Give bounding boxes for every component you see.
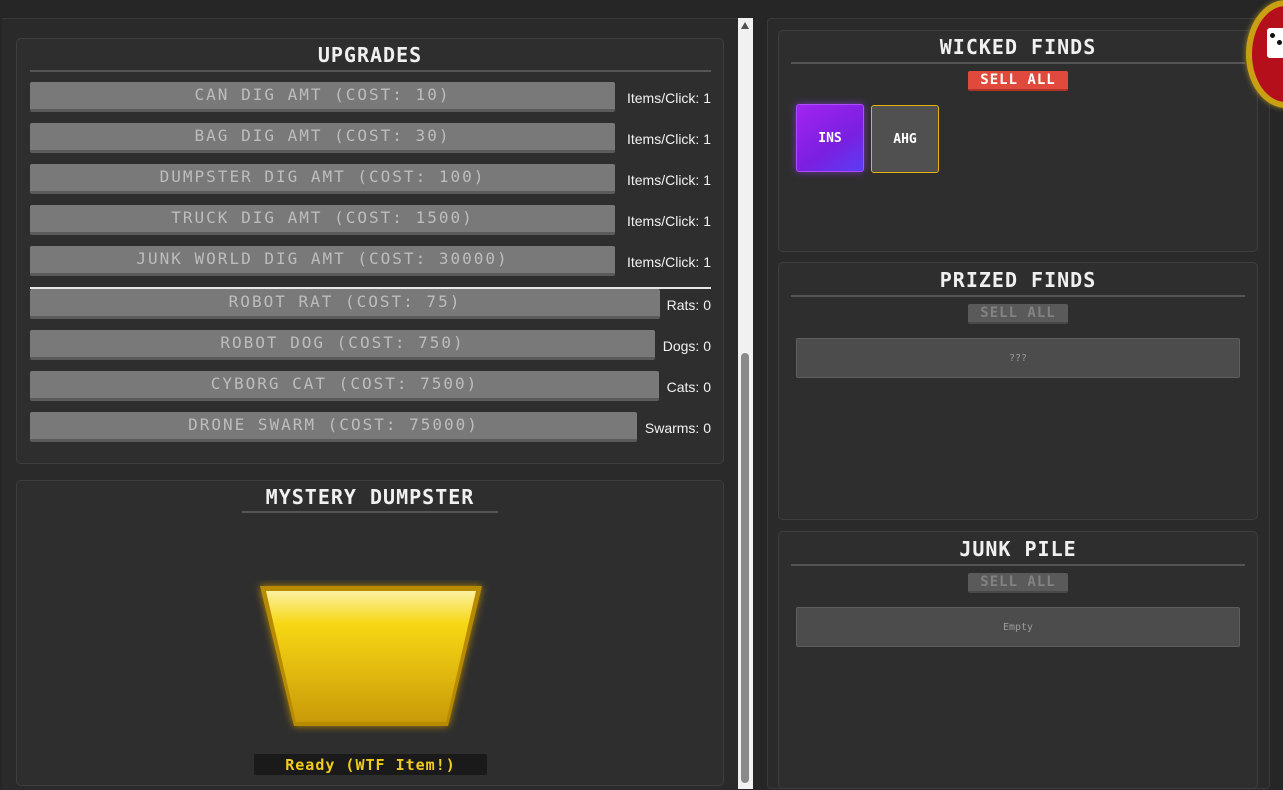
- prized-sell-all-button[interactable]: SELL ALL: [968, 304, 1068, 324]
- wicked-sell-all-button[interactable]: SELL ALL: [968, 71, 1068, 91]
- junk-items-placeholder: Empty: [796, 607, 1240, 647]
- mystery-dumpster-title: MYSTERY DUMPSTER: [265, 485, 475, 509]
- cyborg-cat-count: Cats: 0: [666, 379, 711, 395]
- upgrade-can-dig-stat: Items/Click: 1: [626, 90, 711, 106]
- wicked-finds-title: WICKED FINDS: [939, 35, 1097, 59]
- dice-icon: [1267, 28, 1283, 58]
- upgrade-truck-dig-button[interactable]: TRUCK DIG AMT (COST: 1500): [30, 205, 615, 235]
- scroll-thumb[interactable]: [741, 353, 749, 783]
- upgrade-cyborg-cat-button[interactable]: CYBORG CAT (COST: 7500): [30, 371, 659, 401]
- upgrade-can-dig-button[interactable]: CAN DIG AMT (COST: 10): [30, 82, 615, 112]
- prized-finds-panel: [778, 262, 1258, 520]
- upgrade-truck-dig-stat: Items/Click: 1: [626, 213, 711, 229]
- prized-title-rule: [791, 295, 1245, 297]
- upgrades-title: UPGRADES: [317, 43, 423, 67]
- dumpster-status: Ready (WTF Item!): [254, 754, 487, 775]
- junk-title-rule: [791, 564, 1245, 566]
- junk-pile-panel: [778, 531, 1258, 789]
- upgrade-robot-dog-button[interactable]: ROBOT DOG (COST: 750): [30, 330, 655, 360]
- drone-swarm-count: Swarms: 0: [644, 420, 711, 436]
- prized-items-placeholder: ???: [796, 338, 1240, 378]
- upgrade-bag-dig-stat: Items/Click: 1: [626, 131, 711, 147]
- junk-pile-title: JUNK PILE: [959, 537, 1077, 561]
- left-scrollbar[interactable]: [738, 18, 753, 789]
- wicked-item-ahg[interactable]: AHG: [871, 105, 939, 173]
- robot-dog-count: Dogs: 0: [662, 338, 711, 354]
- top-bar: [0, 0, 1283, 18]
- mystery-title-rule: [242, 511, 498, 513]
- upgrade-junk-world-dig-stat: Items/Click: 1: [626, 254, 711, 270]
- wicked-title-rule: [791, 62, 1245, 64]
- upgrade-drone-swarm-button[interactable]: DRONE SWARM (COST: 75000): [30, 412, 637, 442]
- upgrade-dumpster-dig-button[interactable]: DUMPSTER DIG AMT (COST: 100): [30, 164, 615, 194]
- junk-sell-all-button[interactable]: SELL ALL: [968, 573, 1068, 593]
- wicked-item-ins[interactable]: INS: [796, 104, 864, 172]
- upgrades-title-rule: [30, 70, 711, 72]
- upgrade-bag-dig-button[interactable]: BAG DIG AMT (COST: 30): [30, 123, 615, 153]
- upgrade-robot-rat-button[interactable]: ROBOT RAT (COST: 75): [30, 289, 660, 319]
- scroll-up-arrow-icon[interactable]: [741, 22, 749, 29]
- prized-finds-title: PRIZED FINDS: [939, 268, 1097, 292]
- upgrade-dumpster-dig-stat: Items/Click: 1: [626, 172, 711, 188]
- mystery-dumpster[interactable]: [252, 580, 492, 735]
- robot-rat-count: Rats: 0: [666, 297, 711, 313]
- upgrade-junk-world-dig-button[interactable]: JUNK WORLD DIG AMT (COST: 30000): [30, 246, 615, 276]
